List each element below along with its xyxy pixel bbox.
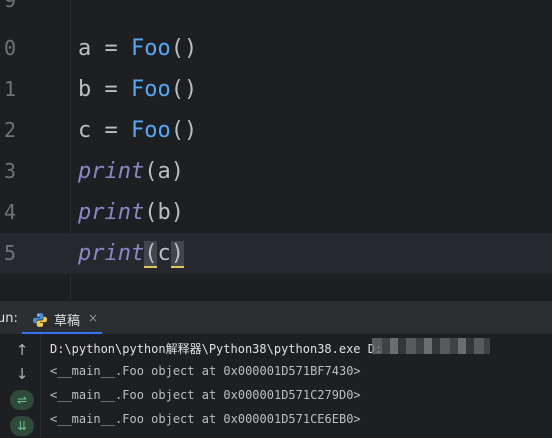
class-call: Foo	[131, 77, 171, 102]
code-line[interactable]: 0 a = Foo()	[0, 28, 552, 69]
variable: b	[78, 77, 92, 102]
down-arrow-icon[interactable]: ↓	[10, 364, 34, 384]
console-output-line: <__main__.Foo object at 0x000001D571CE6E…	[50, 412, 361, 426]
operator: =	[91, 118, 131, 143]
console-output-line: <__main__.Foo object at 0x000001D571BF74…	[50, 364, 361, 378]
scroll-to-end-icon[interactable]: ⇊	[10, 416, 34, 436]
redacted-path	[372, 338, 490, 354]
paren-open: (	[144, 159, 158, 184]
class-call: Foo	[131, 36, 171, 61]
paren-close: )	[184, 118, 198, 143]
print-call: print	[78, 241, 145, 266]
code-line[interactable]: 9	[0, 0, 552, 21]
code-text: a = Foo()	[78, 28, 197, 69]
code-text: b = Foo()	[78, 69, 197, 110]
console-output-line: <__main__.Foo object at 0x000001D571C279…	[50, 388, 361, 402]
up-arrow-icon[interactable]: ↑	[10, 340, 34, 360]
paren-open: (	[170, 77, 184, 102]
code-line[interactable]: 2 c = Foo()	[0, 110, 552, 151]
line-number: 2	[3, 118, 16, 142]
python-icon	[33, 313, 47, 327]
line-number: 1	[3, 77, 16, 101]
code-editor[interactable]: 9 0 a = Foo() 1 b = Foo() 2 c = Foo() 3 …	[0, 0, 552, 300]
run-label: un:	[0, 311, 18, 326]
paren-open: (	[144, 200, 158, 225]
code-line[interactable]: 4 print(b)	[0, 192, 552, 233]
code-text: print(a)	[78, 151, 184, 192]
variable: c	[78, 118, 92, 143]
close-icon[interactable]: ×	[88, 311, 98, 325]
operator: =	[91, 77, 131, 102]
line-number: 9	[3, 0, 16, 12]
console-command-line: D:\python\python解释器\Python38\python38.ex…	[50, 342, 383, 356]
paren-close-match: )	[170, 241, 184, 268]
paren-close: )	[184, 77, 198, 102]
argument: c	[157, 241, 171, 266]
line-number: 4	[3, 200, 16, 224]
paren-open-match: (	[144, 241, 158, 268]
operator: =	[91, 36, 131, 61]
print-call: print	[78, 200, 145, 225]
line-number: 5	[3, 241, 16, 265]
paren-close: )	[170, 200, 184, 225]
soft-wrap-icon[interactable]: ⇌	[10, 390, 34, 410]
class-call: Foo	[131, 118, 171, 143]
line-number: 0	[3, 36, 16, 60]
variable: a	[78, 36, 92, 61]
line-number: 3	[3, 159, 16, 183]
paren-close: )	[184, 36, 198, 61]
paren-open: (	[170, 118, 184, 143]
code-text: print(c)	[78, 233, 184, 274]
code-line[interactable]: 3 print(a)	[0, 151, 552, 192]
paren-close: )	[170, 159, 184, 184]
run-tab[interactable]: 草稿 ×	[22, 306, 102, 334]
code-text: print(b)	[78, 192, 184, 233]
code-line-current[interactable]: 5 print(c)	[0, 233, 552, 274]
console-toolbar: ↑ ↓ ⇌ ⇊	[0, 334, 41, 438]
run-tool-header: un: 草稿 ×	[0, 306, 552, 334]
code-line[interactable]: 1 b = Foo()	[0, 69, 552, 110]
code-text: c = Foo()	[78, 110, 197, 151]
tab-title: 草稿	[54, 314, 81, 329]
argument: a	[157, 159, 171, 184]
paren-open: (	[170, 36, 184, 61]
run-console[interactable]: ↑ ↓ ⇌ ⇊ D:\python\python解释器\Python38\pyt…	[0, 334, 552, 438]
argument: b	[157, 200, 171, 225]
print-call: print	[78, 159, 145, 184]
